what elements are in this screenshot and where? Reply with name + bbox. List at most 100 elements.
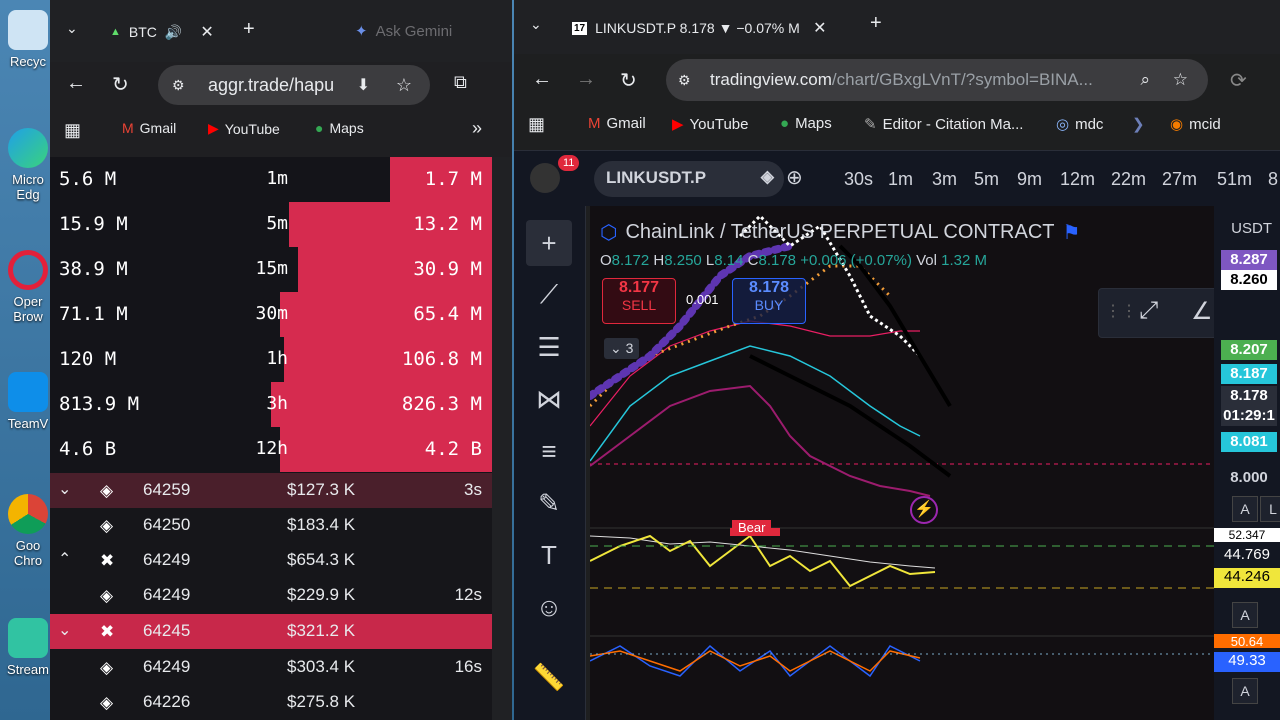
bookmark-label: YouTube <box>224 120 280 137</box>
tab-tradingview[interactable]: 17 LINKUSDT.P 8.178 ▼ −0.07% M ✕ <box>572 17 852 39</box>
auto-scale-button[interactable]: A <box>1232 602 1258 628</box>
apps-grid-icon[interactable]: ▦ <box>64 120 81 141</box>
volume-row: 71.1 M 30m 65.4 M <box>50 292 492 337</box>
bookmark-mcid[interactable]: ◉ mcid <box>1170 115 1221 134</box>
ray-tool-icon[interactable]: ⤢ <box>1139 297 1158 325</box>
close-tab-icon[interactable]: ✕ <box>200 22 213 42</box>
tab-list-chevron-icon[interactable]: ⌄ <box>66 20 78 37</box>
gmail-icon: M <box>122 120 134 136</box>
install-app-icon[interactable]: ⬇ <box>357 75 370 95</box>
gem-icon[interactable]: ◈ <box>761 167 774 187</box>
avatar[interactable] <box>530 163 560 193</box>
left-address-bar[interactable]: ⚙ aggr.trade/hapu ⬇ ☆ <box>158 65 430 105</box>
site-info-icon[interactable]: ⚙ <box>172 77 185 94</box>
forward-icon[interactable]: → <box>576 68 596 91</box>
timeframe-label: 30m <box>255 303 288 324</box>
bookmark-youtube[interactable]: ▶ YouTube <box>208 120 280 137</box>
timeframe-button[interactable]: 1m <box>888 169 913 190</box>
streamlabs-shortcut[interactable]: Stream <box>4 618 52 677</box>
recycle-bin-shortcut[interactable]: Recyc <box>4 10 52 69</box>
trade-price: 64249 <box>143 657 191 676</box>
ask-gemini-button[interactable]: ✦ Ask Gemini <box>355 22 452 41</box>
bookmark-star-icon[interactable]: ☆ <box>396 75 412 96</box>
volume-value: 1.32 M <box>941 252 988 269</box>
exchange-icon: ◈ <box>100 516 114 535</box>
trade-row: ◈ 64250 $183.4 K <box>50 508 492 543</box>
auto-scale-button[interactable]: A <box>1232 496 1258 522</box>
speaker-icon[interactable]: 🔊 <box>165 24 182 41</box>
trend-line <box>749 354 952 478</box>
collapse-indicators-button[interactable]: ⌄ 3 <box>604 338 640 359</box>
trend-line-icon[interactable]: ⟋ <box>526 272 572 318</box>
bookmark-mdc[interactable]: ◎ mdc <box>1056 115 1103 134</box>
currency-label[interactable]: USDT <box>1227 218 1276 239</box>
ma-short-line <box>590 320 920 427</box>
bookmark-label: mcid <box>1189 115 1221 133</box>
bookmark-star-icon[interactable]: ☆ <box>1173 70 1188 90</box>
pattern-icon[interactable]: ⋈ <box>526 376 572 422</box>
new-tab-icon[interactable]: + <box>870 12 882 35</box>
timeframe-button[interactable]: 5m <box>974 169 999 190</box>
text-tool-icon[interactable]: T <box>526 532 572 578</box>
chart-area[interactable]: ⬡ ChainLink / TetherUS PERPETUAL CONTRAC… <box>590 206 1215 720</box>
fib-icon[interactable]: ≡ <box>526 428 572 474</box>
crosshair-icon[interactable]: + <box>526 220 572 266</box>
reload-icon[interactable]: ↻ <box>112 72 129 97</box>
site-info-icon[interactable]: ⚙ <box>678 72 691 89</box>
bookmark-gmail[interactable]: M Gmail <box>122 120 176 136</box>
timeframe-button[interactable]: 3m <box>932 169 957 190</box>
youtube-icon: ▶ <box>208 120 219 136</box>
new-tab-icon[interactable]: + <box>243 18 255 41</box>
scrollbar[interactable] <box>492 157 512 720</box>
trade-row: ⌃ ✖ 64249 $654.3 K <box>50 543 492 578</box>
apps-grid-icon[interactable]: ▦ <box>528 114 545 135</box>
alert-lightning-icon[interactable]: ⚡ <box>910 496 938 524</box>
teamviewer-shortcut[interactable]: TeamV <box>4 372 52 431</box>
close-tab-icon[interactable]: ✕ <box>813 18 826 38</box>
timeframe-button[interactable]: 8 <box>1268 169 1278 190</box>
ruler-icon[interactable]: 📏 <box>526 654 572 700</box>
tab-title: BTC <box>128 24 157 40</box>
emoji-icon[interactable]: ☺ <box>526 584 572 630</box>
timeframe-button[interactable]: 51m <box>1217 169 1252 190</box>
bookmark-youtube[interactable]: ▶ YouTube <box>672 115 749 134</box>
timeframe-button[interactable]: 12m <box>1060 169 1095 190</box>
flag-icon[interactable]: ⚑ <box>1063 220 1081 245</box>
back-icon[interactable]: ← <box>66 72 86 95</box>
reload-icon[interactable]: ↻ <box>620 68 637 93</box>
back-icon[interactable]: ← <box>532 68 552 91</box>
buy-button[interactable]: 8.178 BUY <box>732 278 806 324</box>
timeframe-button[interactable]: 22m <box>1111 169 1146 190</box>
chart-canvas <box>590 213 1215 678</box>
bookmark-gmail[interactable]: M Gmail <box>588 115 646 132</box>
brush-icon[interactable]: ✎ <box>526 480 572 526</box>
drag-handle-icon[interactable]: ⋮⋮ <box>1105 301 1137 321</box>
bookmark-maps[interactable]: ● Maps <box>780 115 832 132</box>
timeframe-button[interactable]: 9m <box>1017 169 1042 190</box>
sell-button[interactable]: 8.177 SELL <box>602 278 676 324</box>
right-address-bar[interactable]: ⚙ tradingview.com/chart/GBxgLVnT/?symbol… <box>666 59 1208 101</box>
horizontal-lines-icon[interactable]: ☰ <box>526 324 572 370</box>
extension-sync-icon[interactable]: ⟳ <box>1230 68 1247 93</box>
extensions-icon[interactable]: ⧉ <box>454 72 467 93</box>
tab-list-chevron-icon[interactable]: ⌄ <box>530 16 542 33</box>
auto-scale-button[interactable]: A <box>1232 678 1258 704</box>
log-scale-button[interactable]: L <box>1260 496 1280 522</box>
volume-table: 5.6 M 1m 1.7 M 15.9 M 5m 13.2 M 38.9 M 1… <box>50 157 492 473</box>
edge-shortcut[interactable]: Micro Edg <box>4 128 52 202</box>
bookmark-citation[interactable]: ✎ Editor - Citation Ma... <box>864 115 1023 134</box>
tab-btc[interactable]: ▲ BTC 🔊 ✕ <box>110 22 214 42</box>
opera-shortcut[interactable]: Oper Brow <box>4 250 52 324</box>
sell-price: 8.177 <box>618 279 660 296</box>
compare-add-icon[interactable]: ⊕ <box>786 165 803 190</box>
timeframe-button[interactable]: 27m <box>1162 169 1197 190</box>
timeframe-label: 3h <box>266 393 288 414</box>
more-bookmarks-icon[interactable]: » <box>472 118 482 139</box>
bookmark-maps[interactable]: ● Maps <box>315 120 364 136</box>
chrome-shortcut[interactable]: Goo Chro <box>4 494 52 568</box>
angle-tool-icon[interactable]: ∠ <box>1191 297 1213 326</box>
symbol-search-button[interactable]: LINKUSDT.P ◈ <box>594 161 784 197</box>
zoom-icon[interactable]: ⌕ <box>1140 70 1150 90</box>
timeframe-button[interactable]: 30s <box>844 169 873 190</box>
bookmark-unnamed[interactable]: ❯ <box>1132 115 1145 133</box>
